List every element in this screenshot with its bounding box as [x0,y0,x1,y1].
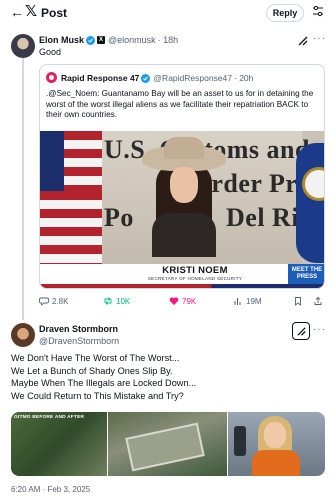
author-name[interactable]: Elon Musk [39,35,84,45]
reply-count: 2.8K [52,296,69,306]
x-affiliate-icon: X [97,36,106,44]
view-count: 19M [246,296,262,306]
views-chart-icon [234,298,241,305]
quoted-post-card[interactable]: Rapid Response 47 @RapidResponse47 · 20h… [39,64,325,289]
tweet2-line: We Don't Have The Worst of The Worst... [11,353,180,363]
media-image-gitmo-before-after[interactable]: GITMO BEFORE AND AFTER [11,412,107,476]
tweet2-author-name-row: Draven Stormborn [39,324,118,334]
repost-action[interactable]: 10K [103,296,130,306]
page-title: Post [41,6,68,20]
speaker-figure [142,137,226,257]
post-timestamp[interactable]: 6:20 AM · Feb 3, 2025 [11,485,90,494]
lower-third-banner: KRISTI NOEM SECRETARY OF HOMELAND SECURI… [40,264,324,284]
avatar[interactable] [46,72,57,83]
tweet1-action-bar: 2.8K 10K 79K 19M [39,296,325,310]
author-name[interactable]: Draven Stormborn [39,324,118,334]
post-header: ← 𝕏 Post Reply [0,0,333,26]
grok-icon [296,326,306,336]
flag-canton [40,131,64,191]
avatar[interactable] [11,34,35,58]
dhs-seal-icon [296,143,324,263]
sliders-icon[interactable] [312,5,324,17]
tweet2-text: We Don't Have The Worst of The Worst... … [11,352,321,402]
tweet1-author-row: Elon Musk X @elonmusk · 18h [39,35,178,45]
post-time[interactable]: · 18h [158,35,179,45]
reply-icon [39,297,49,306]
verified-badge-icon [86,35,96,45]
avatar[interactable] [11,323,35,347]
quote-post-time: · 20h [234,73,254,83]
x-logo-icon: 𝕏 [25,3,38,20]
author-handle[interactable]: @elonmusk [108,35,156,45]
author-handle[interactable]: @DravenStormborn [39,336,119,346]
media-image-inmate[interactable] [227,412,325,476]
bookmark-icon[interactable] [293,296,303,306]
quote-video-thumbnail[interactable]: U.S. Customs and Border Protectio Po Del… [40,131,324,288]
reply-button[interactable]: Reply [266,4,304,22]
views-action[interactable]: 19M [233,296,262,306]
tweet1-text: Good [39,47,62,57]
tweet2-media[interactable]: GITMO BEFORE AND AFTER [11,412,325,476]
reply-action[interactable]: 2.8K [39,296,68,306]
tweet2-author-handle-row: @DravenStormborn [39,336,119,346]
media-image-aerial[interactable] [107,412,227,476]
banner-stripe [40,284,324,288]
flag-stripes-upper [64,131,102,191]
thread-connector-line [22,58,24,320]
grok-icon[interactable] [297,35,309,47]
tweet2-line: We Let a Bunch of Shady Ones Slip By. [11,365,173,376]
quote-text: .@Sec_Noem: Guantanamo Bay will be an as… [46,89,314,119]
quote-author-name[interactable]: Rapid Response 47 [61,73,139,83]
lower-third-title: SECRETARY OF HOMELAND SECURITY [147,276,243,281]
back-arrow-icon[interactable]: ← [10,5,24,19]
meet-the-press-logo: MEET THE PRESS [288,264,324,284]
heart-icon [169,297,179,305]
more-options-icon[interactable]: ··· [313,324,326,335]
media-caption: GITMO BEFORE AND AFTER [14,415,85,420]
quote-author-handle[interactable]: @RapidResponse47 [153,73,232,83]
more-options-icon[interactable]: ··· [313,33,326,44]
like-count: 79K [182,296,197,306]
tweet2-line: We Could Return to This Mistake and Try? [11,390,184,401]
like-action[interactable]: 79K [169,296,196,306]
share-icon[interactable] [313,296,323,306]
backdrop-text-line3: Del Ri [226,203,300,232]
tweet2-line: Maybe When The Illegals are Locked Down.… [11,378,197,388]
verified-badge-icon [141,73,151,83]
backdrop-text-line4: Po [104,203,134,232]
grok-button[interactable] [292,322,310,340]
repost-icon [104,297,112,305]
quote-author-row: Rapid Response 47 @RapidResponse47 · 20h [61,73,253,83]
repost-count: 10K [116,296,131,306]
lower-third-name: KRISTI NOEM [162,265,228,276]
